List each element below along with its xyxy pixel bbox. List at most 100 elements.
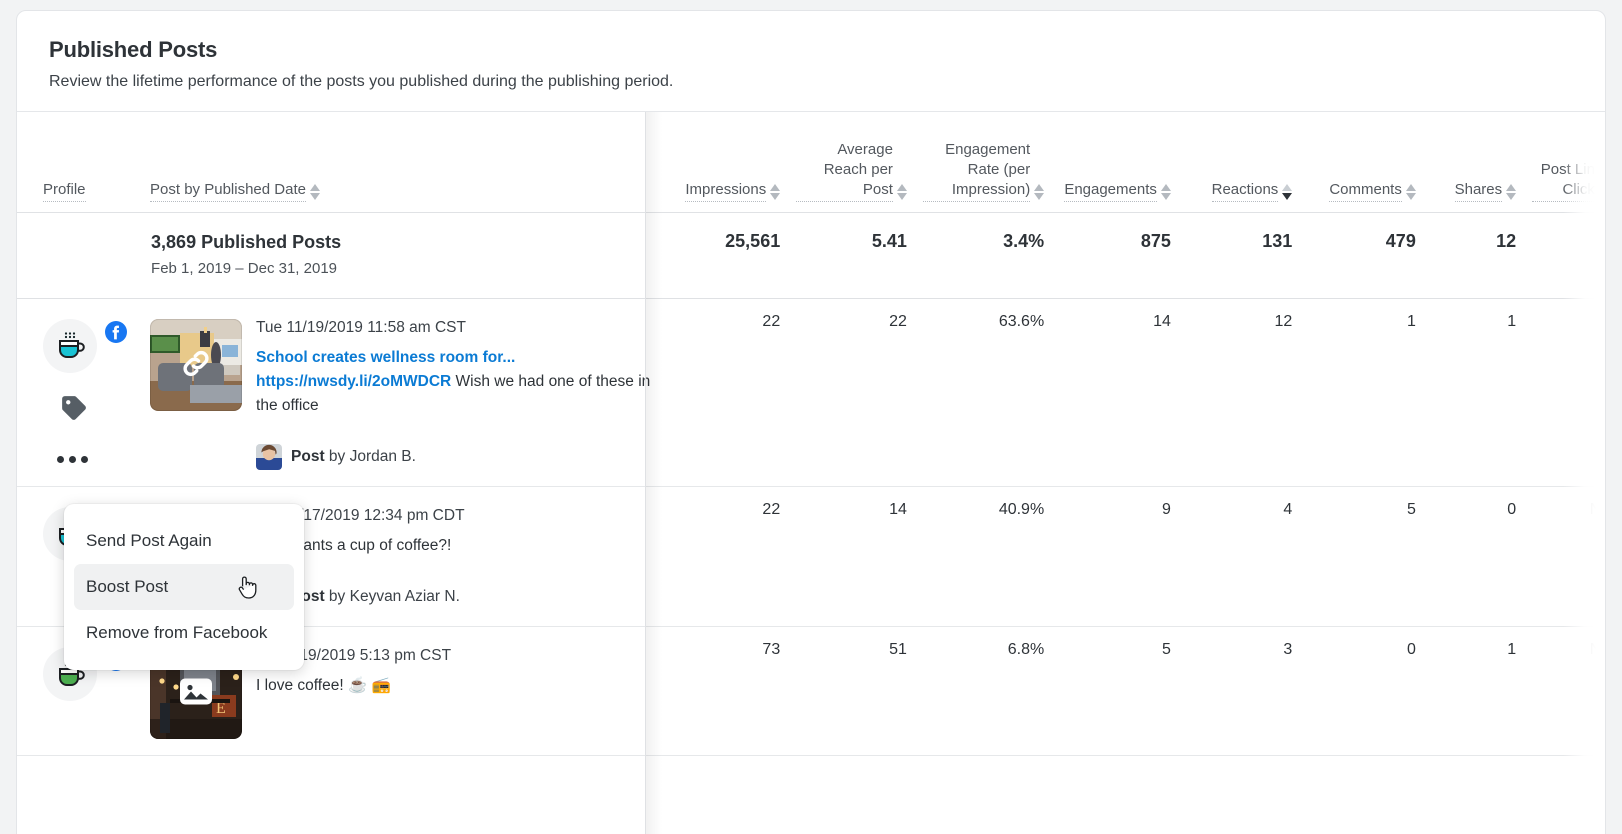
post-author: Post by Jordan B. (256, 444, 656, 470)
cell-average-reach: 14 (796, 486, 923, 626)
menu-item-remove-from-facebook[interactable]: Remove from Facebook (74, 610, 294, 656)
cell-comments: 0 (1308, 626, 1432, 755)
menu-item-boost-post[interactable]: Boost Post (74, 564, 294, 610)
sort-desc-icon (770, 193, 780, 200)
summary-post-link-clicks: 15 (1532, 212, 1605, 298)
cell-engagement-rate: 63.6% (923, 298, 1060, 486)
column-header-post[interactable]: Post by Published Date (150, 112, 680, 212)
cell-engagements: 9 (1060, 486, 1187, 626)
cell-shares: 1 (1432, 626, 1532, 755)
post-author-prefix: Post (291, 448, 325, 465)
published-posts-table-scroll[interactable]: Profile Post by Published Date (17, 112, 1605, 834)
summary-engagements: 875 (1060, 212, 1187, 298)
sort-desc-icon (1034, 193, 1044, 200)
column-header-profile: Profile (17, 112, 150, 212)
image-icon (179, 678, 213, 706)
cell-impressions: 22 (680, 298, 796, 486)
avatar (256, 444, 282, 470)
dot (57, 456, 64, 463)
sort-toggle-shares[interactable] (1506, 184, 1516, 202)
cell-comments: 1 (1308, 298, 1432, 486)
published-posts-card: Published Posts Review the lifetime perf… (16, 10, 1606, 834)
summary-profile-cell (17, 212, 150, 298)
avatar[interactable] (43, 319, 97, 373)
link-icon (179, 347, 213, 381)
facebook-icon (105, 321, 127, 343)
post-published-date: Mon 6/17/2019 12:34 pm CDT (256, 507, 656, 525)
sort-desc-icon (1282, 193, 1292, 200)
sort-asc-icon (897, 184, 907, 191)
cell-impressions: 73 (680, 626, 796, 755)
cell-reactions: 12 (1187, 298, 1308, 486)
sort-asc-icon (1506, 184, 1516, 191)
sort-toggle-comments[interactable] (1406, 184, 1416, 202)
post-text: School creates wellness room for... http… (256, 346, 656, 418)
summary-date-range: Feb 1, 2019 – Dec 31, 2019 (151, 253, 679, 297)
pointer-cursor-icon (236, 575, 258, 601)
dot (81, 456, 88, 463)
sort-asc-icon (1282, 184, 1292, 191)
tag-icon-wrap[interactable] (59, 393, 150, 428)
sort-asc-icon (1034, 184, 1044, 191)
cell-engagement-rate: 6.8% (923, 626, 1060, 755)
tag-icon (59, 393, 89, 423)
cell-post-link-clicks: N/A (1532, 486, 1605, 626)
post-link-url[interactable]: https://nwsdy.li/2oMWDCR (256, 373, 451, 390)
dot (69, 456, 76, 463)
sort-asc-icon (770, 184, 780, 191)
row-more-actions-button[interactable] (57, 456, 150, 463)
sort-toggle-average-reach-per-post[interactable] (897, 184, 907, 202)
cell-comments: 5 (1308, 486, 1432, 626)
post-author-name: by Keyvan Aziar N. (325, 588, 460, 605)
post-text: Who wants a cup of coffee?! (256, 534, 656, 558)
coffee-cup-icon (53, 329, 87, 363)
cell-reactions: 4 (1187, 486, 1308, 626)
sort-toggle-reactions[interactable] (1282, 184, 1292, 202)
post-author-name: by Jordan B. (325, 448, 416, 465)
published-posts-screen: Published Posts Review the lifetime perf… (0, 0, 1622, 834)
sort-toggle-impressions[interactable] (770, 184, 780, 202)
column-header-post-link-clicks[interactable]: Post Link Clicks (1532, 112, 1605, 212)
column-header-reactions[interactable]: Reactions (1187, 112, 1308, 212)
cell-post-link-clicks: 0 (1532, 298, 1605, 486)
sort-desc-icon (1406, 193, 1416, 200)
column-header-shares[interactable]: Shares (1432, 112, 1532, 212)
sort-toggle-engagement-rate[interactable] (1034, 184, 1044, 202)
column-header-impressions[interactable]: Impressions (680, 112, 796, 212)
cell-shares: 1 (1432, 298, 1532, 486)
menu-item-boost-post-label: Boost Post (86, 577, 168, 596)
post-actions-menu[interactable]: Send Post Again Boost Post Remove from F… (64, 504, 304, 670)
card-header: Published Posts Review the lifetime perf… (17, 11, 1605, 112)
cell-impressions: 22 (680, 486, 796, 626)
post-link-title[interactable]: School creates wellness room for... (256, 349, 515, 366)
summary-title-cell: 3,869 Published Posts Feb 1, 2019 – Dec … (150, 212, 680, 298)
summary-row: 3,869 Published Posts Feb 1, 2019 – Dec … (17, 212, 1605, 298)
sort-desc-icon (1161, 193, 1171, 200)
post-text: I love coffee! ☕ 📻 (256, 674, 656, 698)
sort-desc-icon (897, 193, 907, 200)
sort-toggle-engagements[interactable] (1161, 184, 1171, 202)
post-thumbnail[interactable] (150, 319, 242, 411)
table-row[interactable]: Tue 11/19/2019 11:58 am CST School creat… (17, 298, 1605, 486)
summary-impressions: 25,561 (680, 212, 796, 298)
cell-average-reach: 22 (796, 298, 923, 486)
column-header-comments[interactable]: Comments (1308, 112, 1432, 212)
image-icon-wrap (179, 678, 213, 711)
column-header-engagements[interactable]: Engagements (1060, 112, 1187, 212)
cell-post-link-clicks: N/A (1532, 626, 1605, 755)
cell-engagement-rate: 40.9% (923, 486, 1060, 626)
menu-item-send-post-again[interactable]: Send Post Again (74, 518, 294, 564)
column-header-engagement-rate[interactable]: Engagement Rate (per Impression) (923, 112, 1060, 212)
author-avatar-image (256, 444, 282, 470)
summary-shares: 12 (1432, 212, 1532, 298)
sort-toggle-post[interactable] (310, 184, 320, 202)
post-author: Post by Keyvan Aziar N. (256, 584, 656, 610)
column-header-average-reach-per-post[interactable]: Average Reach per Post (796, 112, 923, 212)
row-profile-cell (17, 298, 150, 486)
cell-reactions: 3 (1187, 626, 1308, 755)
table-header-row: Profile Post by Published Date (17, 112, 1605, 212)
row-post-cell: Tue 11/19/2019 11:58 am CST School creat… (150, 298, 680, 486)
summary-post-count: 3,869 Published Posts (151, 214, 679, 253)
sort-asc-icon (310, 184, 320, 191)
sort-desc-icon (1506, 193, 1516, 200)
